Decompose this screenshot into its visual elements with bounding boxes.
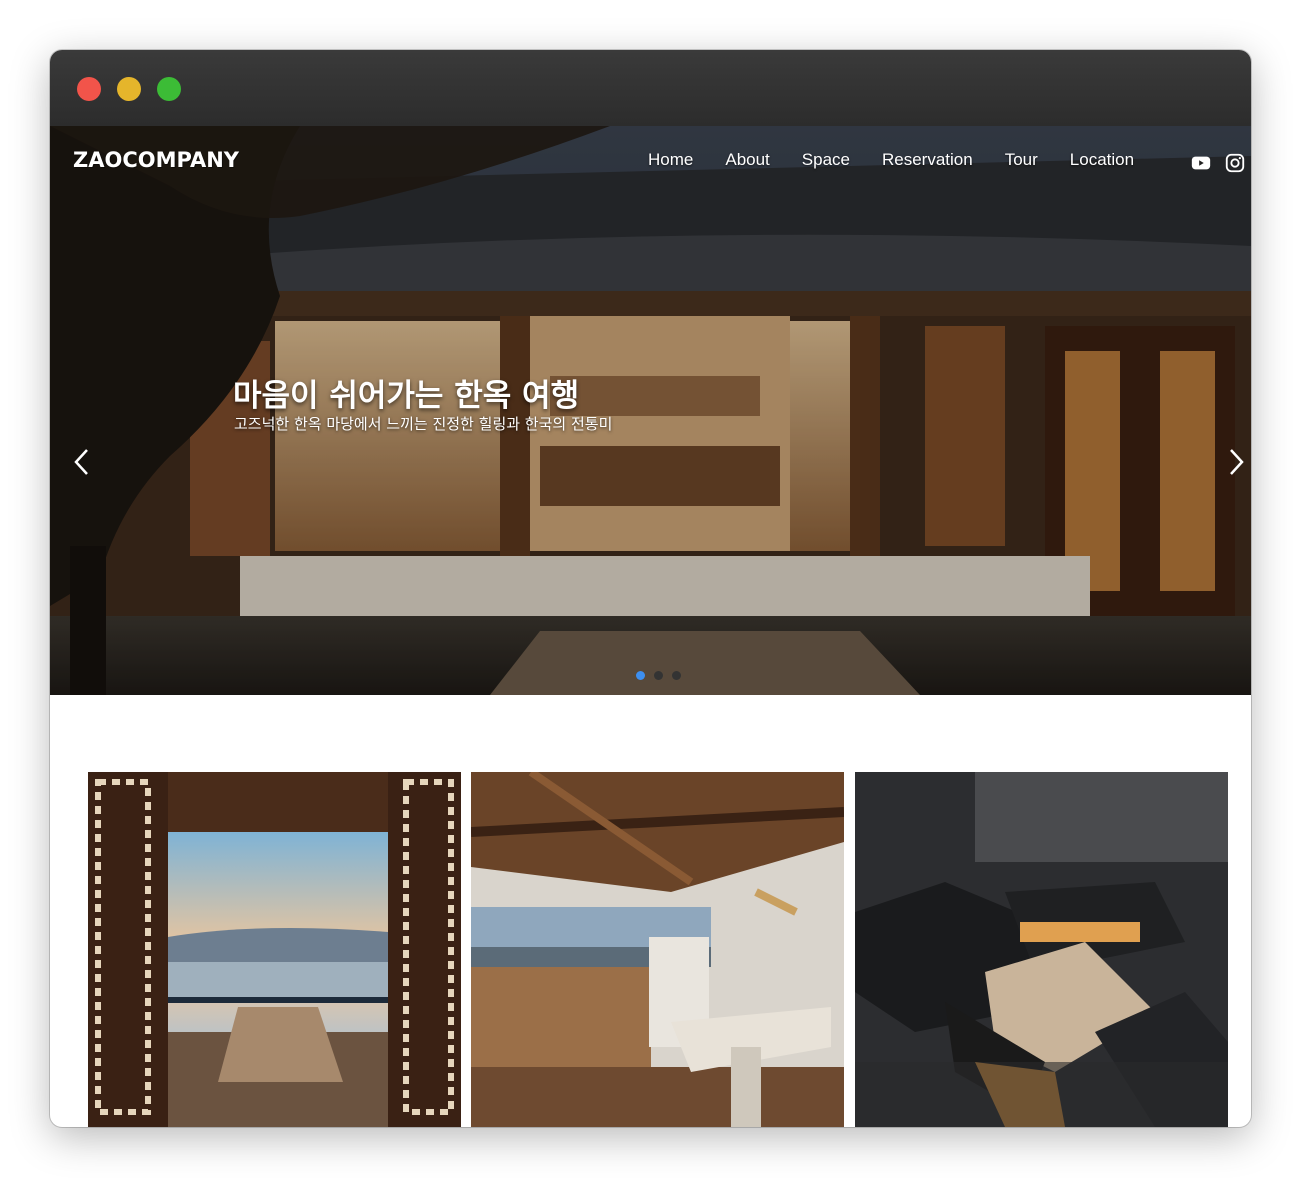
hero-slider: ZAOCOMPANY Home About Space Reservation … (50, 126, 1251, 695)
gallery-tile-dining-kitchen[interactable] (471, 772, 844, 1127)
minimize-window-button[interactable] (117, 77, 141, 101)
chevron-left-icon (74, 449, 88, 475)
slider-dot-2[interactable] (654, 671, 663, 680)
aerial-hanok-photo (855, 772, 1228, 1127)
slider-dot-1[interactable] (636, 671, 645, 680)
nav-item-reservation[interactable]: Reservation (882, 150, 973, 170)
nav-item-about[interactable]: About (725, 150, 769, 170)
sea-view-photo (88, 772, 461, 1127)
social-links (1190, 152, 1251, 174)
photo-gallery (88, 772, 1228, 1127)
gallery-tile-aerial-hanok[interactable] (855, 772, 1228, 1127)
dining-kitchen-photo (471, 772, 844, 1127)
title-bar (50, 50, 1251, 127)
hero-image (50, 126, 1251, 695)
hero-subline: 고즈넉한 한옥 마당에서 느끼는 진정한 힐링과 한국의 전통미 (234, 415, 613, 433)
site-logo[interactable]: ZAOCOMPANY (73, 148, 239, 172)
slider-dot-3[interactable] (672, 671, 681, 680)
main-menu: Home About Space Reservation Tour Locati… (648, 150, 1166, 170)
nav-item-space[interactable]: Space (802, 150, 850, 170)
instagram-icon[interactable] (1224, 152, 1246, 174)
nav-item-location[interactable]: Location (1070, 150, 1134, 170)
top-navigation: ZAOCOMPANY Home About Space Reservation … (50, 126, 1251, 198)
slider-next-button[interactable] (1224, 446, 1248, 478)
nav-item-tour[interactable]: Tour (1005, 150, 1038, 170)
hero-headline: 마음이 쉬어가는 한옥 여행 (233, 378, 580, 414)
gallery-tile-sea-view[interactable] (88, 772, 461, 1127)
nav-item-home[interactable]: Home (648, 150, 693, 170)
close-window-button[interactable] (77, 77, 101, 101)
maximize-window-button[interactable] (157, 77, 181, 101)
chevron-right-icon (1230, 449, 1244, 475)
browser-window: ZAOCOMPANY Home About Space Reservation … (50, 50, 1251, 1127)
slider-pagination (636, 671, 690, 680)
youtube-icon[interactable] (1190, 152, 1212, 174)
slider-prev-button[interactable] (70, 446, 94, 478)
